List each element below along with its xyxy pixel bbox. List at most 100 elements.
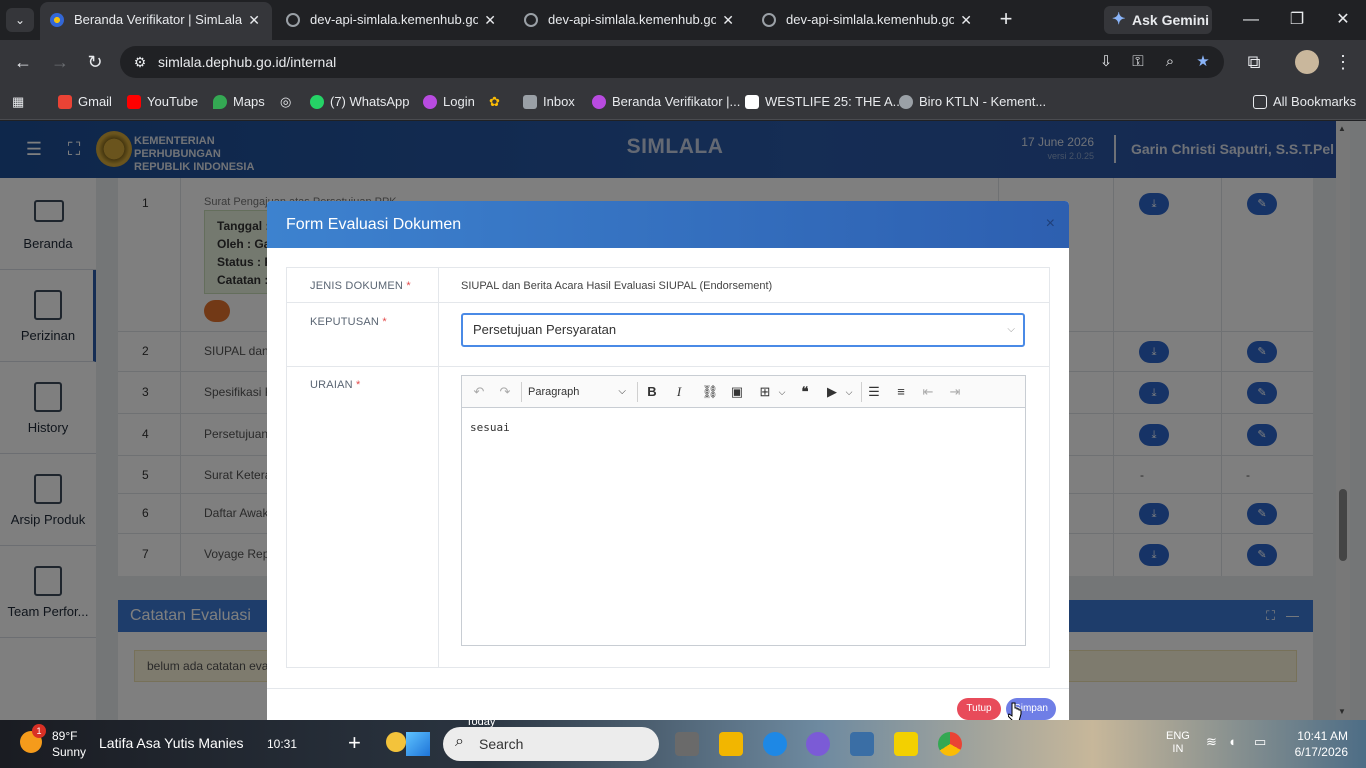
forward-arrow-icon[interactable]: → [48,50,72,74]
bookmark-label: WESTLIFE 25: THE A... [765,94,904,109]
tab-close-icon[interactable]: ✕ [248,2,260,38]
tab-dev-api-3[interactable]: dev-api-simlala.kemenhub.go.id ✕ [752,4,984,36]
volume-icon[interactable]: ◖ [1228,734,1236,749]
bold-icon[interactable]: B [641,381,663,403]
extensions-icon[interactable]: ⧉ [1242,50,1266,74]
maximize-button[interactable]: ❐ [1282,6,1312,34]
add-event-icon[interactable]: + [348,730,361,756]
link-icon[interactable]: ⛓ [699,381,721,403]
bookmark-pinwheel[interactable]: ✿ [489,90,500,114]
bookmark-star-icon[interactable]: ★ [1193,52,1213,72]
clock-date[interactable]: 6/17/2026 [1278,745,1348,759]
bookmark-maps[interactable]: Maps [213,90,265,114]
undo-icon[interactable]: ↶ [468,381,490,403]
paragraph-format-dropdown[interactable]: Paragraph ⌵ [528,381,632,403]
bookmark-beranda-verifikator[interactable]: Beranda Verifikator |... [592,90,740,114]
task-view-icon[interactable] [675,732,699,756]
bookmark-label: YouTube [147,94,199,109]
password-key-icon[interactable]: ⚿ [1128,52,1148,72]
file-explorer-icon[interactable] [719,732,743,756]
battery-icon[interactable]: ▭ [1254,734,1266,750]
bookmark-login[interactable]: Login [423,90,475,114]
modal-header: Form Evaluasi Dokumen × [267,201,1069,248]
bookmark-inbox[interactable]: Inbox [523,90,575,114]
site-info-icon[interactable]: ⚙ [130,52,150,72]
tab-beranda-verifikator[interactable]: Beranda Verifikator | SimLala ✕ [40,2,272,40]
field-label: JENIS DOKUMEN * [310,280,411,292]
all-bookmarks[interactable]: All Bookmarks [1253,90,1356,114]
browser-tabstrip: ⌄ Beranda Verifikator | SimLala ✕ dev-ap… [0,0,1366,40]
sticky-notes-icon[interactable] [894,732,918,756]
new-tab-button[interactable]: + [994,6,1018,32]
italic-icon[interactable]: I [668,381,690,403]
toolbar-separator [637,382,638,402]
bookmark-globe[interactable]: ◎ [280,90,291,114]
chevron-down-icon[interactable]: ⌵ [771,381,793,403]
bookmark-biro-ktln[interactable]: Biro KTLN - Kement... [899,90,1046,114]
outdent-icon[interactable]: ⇤ [917,381,939,403]
wifi-icon[interactable]: ≋ [1206,734,1217,750]
modal-footer-divider [267,688,1069,689]
reload-icon[interactable]: ↻ [83,50,107,74]
bookmark-label: Beranda Verifikator |... [612,94,741,109]
tab-close-icon[interactable]: ✕ [722,4,734,36]
globe-icon [286,13,300,27]
redo-icon[interactable]: ↷ [494,381,516,403]
bookmark-westlife[interactable]: WESTLIFE 25: THE A... [745,90,903,114]
insert-image-icon[interactable]: ▣ [726,381,748,403]
maps-pin-icon [213,95,227,109]
edge-browser-icon[interactable] [763,732,787,756]
chrome-menu-icon[interactable]: ⋮ [1331,50,1355,74]
address-bar[interactable]: ⚙ simlala.dephub.go.id/internal ⇩ ⚿ ⌕ ★ [120,46,1224,78]
form-row-uraian: URAIAN * ↶ ↷ Paragraph ⌵ B I ⛓ ▣ ⊞ ⌵ ❝ ▶… [287,367,1049,667]
bulleted-list-icon[interactable]: ☰ [863,381,885,403]
numbered-list-icon[interactable]: ≡ [890,381,912,403]
bookmark-whatsapp[interactable]: (7) WhatsApp [310,90,409,114]
close-icon[interactable]: × [1046,215,1055,233]
editor-content[interactable]: sesuai [470,421,510,434]
indent-icon[interactable]: ⇥ [944,381,966,403]
clock-time[interactable]: 10:41 AM [1294,729,1348,743]
calendar-event-title[interactable]: Latifa Asa Yutis Manies [99,735,244,751]
widgets-icon[interactable] [386,732,406,752]
apps-grid-icon[interactable]: ▦ [12,90,24,114]
rich-text-editor[interactable]: ↶ ↷ Paragraph ⌵ B I ⛓ ▣ ⊞ ⌵ ❝ ▶ ⌵ ☰ ≡ ⇤ … [461,375,1026,646]
close-window-button[interactable]: ✕ [1328,6,1358,34]
profile-avatar[interactable] [1295,50,1319,74]
back-arrow-icon[interactable]: ← [11,50,35,74]
copilot-icon[interactable] [806,732,830,756]
language-indicator[interactable]: ENG IN [1166,730,1190,756]
camera-app-icon[interactable] [850,732,874,756]
chevron-down-icon[interactable]: ⌵ [838,381,860,403]
zoom-icon[interactable]: ⌕ [1160,52,1180,72]
search-icon: ⌕ [455,733,464,750]
blockquote-icon[interactable]: ❝ [794,381,816,403]
paragraph-label: Paragraph [528,386,580,398]
evaluation-form-modal: Form Evaluasi Dokumen × JENIS DOKUMEN * … [267,201,1069,720]
tab-close-icon[interactable]: ✕ [484,4,496,36]
minimize-button[interactable]: — [1236,6,1266,34]
tab-close-icon[interactable]: ✕ [960,4,972,36]
chevron-down-icon: ⌵ [618,386,626,397]
required-mark: * [382,316,387,328]
chrome-icon[interactable] [938,732,962,756]
bookmark-youtube[interactable]: YouTube [127,90,198,114]
ask-gemini-button[interactable]: ✦ Ask Gemini [1104,6,1212,34]
tab-dev-api-2[interactable]: dev-api-simlala.kemenhub.go.id ✕ [514,4,746,36]
weather-temperature[interactable]: 89°F [52,729,77,743]
url-text: simlala.dephub.go.id/internal [158,54,337,70]
globe-icon: ◎ [280,94,292,109]
keputusan-select[interactable]: Persetujuan Persyaratan ⌵ [461,313,1025,347]
close-button[interactable]: Tutup [957,698,1001,720]
windows-start-icon[interactable] [406,732,430,756]
taskbar-search[interactable]: ⌕ Search [443,727,659,761]
install-app-icon[interactable]: ⇩ [1096,52,1116,72]
bookmark-label: (7) WhatsApp [330,94,410,109]
bookmark-gmail[interactable]: Gmail [58,90,112,114]
gmail-icon [58,95,72,109]
tab-search-button[interactable]: ⌄ [6,8,34,32]
tab-title: dev-api-simlala.kemenhub.go.id [310,12,478,27]
editor-toolbar: ↶ ↷ Paragraph ⌵ B I ⛓ ▣ ⊞ ⌵ ❝ ▶ ⌵ ☰ ≡ ⇤ … [462,376,1025,408]
tab-dev-api-1[interactable]: dev-api-simlala.kemenhub.go.id ✕ [276,4,508,36]
weather-description[interactable]: Sunny [52,745,86,759]
